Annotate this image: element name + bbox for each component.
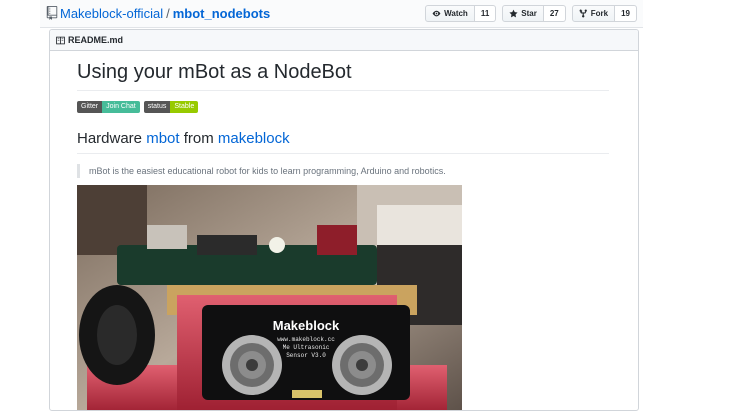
mbot-photo: Makeblock www.makeblock.cc Me Ultrasonic… bbox=[77, 185, 462, 410]
mbot-link[interactable]: mbot bbox=[146, 130, 179, 147]
watch-button[interactable]: Watch bbox=[425, 5, 475, 22]
status-badge-right: Stable bbox=[170, 101, 199, 113]
eye-icon bbox=[432, 10, 441, 17]
gitter-badge-left: Gitter bbox=[77, 101, 103, 113]
fork-button[interactable]: Fork bbox=[571, 5, 616, 22]
readme-content: Using your mBot as a NodeBot Gitter Join… bbox=[77, 52, 609, 178]
image-url-label: www.makeblock.cc bbox=[277, 336, 335, 343]
star-icon bbox=[509, 9, 518, 18]
repo-owner-link[interactable]: Makeblock-official bbox=[60, 6, 163, 21]
fork-group: Fork 19 bbox=[571, 5, 637, 22]
status-badge[interactable]: status Stable bbox=[143, 101, 199, 113]
watch-group: Watch 11 bbox=[425, 5, 497, 22]
image-sensor-label: Me Ultrasonic bbox=[283, 344, 330, 351]
image-version-label: Sensor V3.0 bbox=[286, 352, 326, 359]
ultrasonic-right-eye bbox=[332, 335, 392, 395]
makeblock-link[interactable]: makeblock bbox=[218, 130, 290, 147]
page-title: Using your mBot as a NodeBot bbox=[77, 60, 609, 91]
ultrasonic-left-eye bbox=[222, 335, 282, 395]
watch-label: Watch bbox=[444, 9, 468, 18]
heading-middle: from bbox=[179, 130, 218, 147]
repo-icon bbox=[46, 6, 58, 20]
readme-filename: README.md bbox=[68, 35, 124, 45]
star-group: Star 27 bbox=[502, 5, 566, 22]
repo-header: Makeblock-official / mbot_nodebots Watch 1… bbox=[40, 0, 643, 28]
book-icon bbox=[56, 36, 65, 44]
gitter-badge-right: Join Chat bbox=[102, 101, 140, 113]
path-separator: / bbox=[166, 6, 170, 21]
badge-row: Gitter Join Chat status Stable bbox=[77, 101, 609, 113]
fork-icon bbox=[579, 9, 587, 18]
star-label: Star bbox=[521, 9, 537, 18]
readme-header: README.md bbox=[50, 30, 638, 51]
fork-count[interactable]: 19 bbox=[615, 5, 637, 22]
image-brand-label: Makeblock bbox=[273, 318, 340, 333]
repo-actions: Watch 11 Star 27 Fork 19 bbox=[425, 5, 637, 22]
gitter-badge[interactable]: Gitter Join Chat bbox=[77, 101, 140, 113]
status-badge-left: status bbox=[143, 101, 171, 113]
repo-breadcrumb: Makeblock-official / mbot_nodebots bbox=[60, 6, 270, 22]
hardware-heading: Hardware mbot from makeblock bbox=[77, 129, 609, 154]
repo-name-link[interactable]: mbot_nodebots bbox=[173, 6, 271, 21]
heading-prefix: Hardware bbox=[77, 130, 147, 147]
star-button[interactable]: Star bbox=[502, 5, 544, 22]
mbot-quote: mBot is the easiest educational robot fo… bbox=[77, 164, 609, 178]
star-count[interactable]: 27 bbox=[543, 5, 566, 22]
fork-label: Fork bbox=[590, 9, 609, 18]
watch-count[interactable]: 11 bbox=[474, 5, 497, 22]
readme-box: README.md Using your mBot as a NodeBot G… bbox=[49, 29, 639, 411]
mbot-robot-image: Makeblock www.makeblock.cc Me Ultrasonic… bbox=[77, 185, 462, 410]
